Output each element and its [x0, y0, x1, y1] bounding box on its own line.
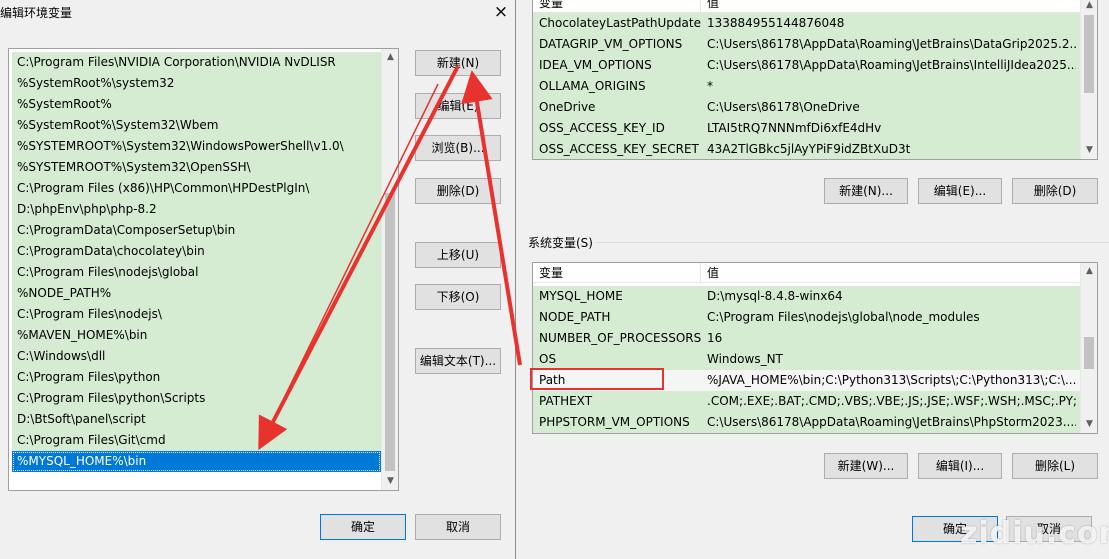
annotation-arrows	[258, 65, 522, 451]
arrow-to-new-entry	[258, 65, 460, 451]
arrow-to-new-button	[461, 70, 522, 366]
watermark-text: zidiu.com	[960, 516, 1109, 551]
arrow-thin-guide	[261, 83, 439, 444]
